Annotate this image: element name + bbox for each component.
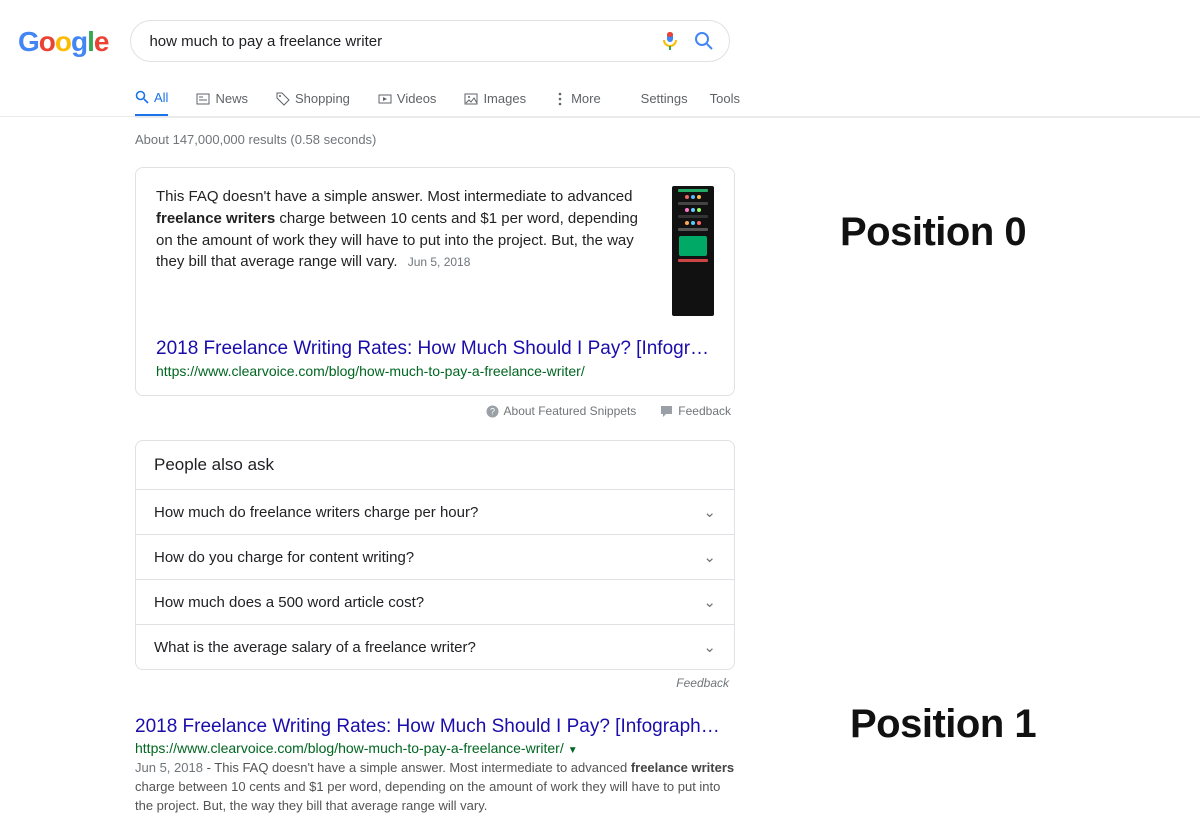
tab-news[interactable]: News	[196, 80, 248, 117]
paa-item-text: How do you charge for content writing?	[154, 549, 414, 566]
tab-videos[interactable]: Videos	[378, 80, 437, 117]
result-snippet: Jun 5, 2018 - This FAQ doesn't have a si…	[135, 759, 735, 816]
result-stats: About 147,000,000 results (0.58 seconds)	[135, 132, 735, 147]
settings-link[interactable]: Settings	[641, 91, 688, 106]
google-logo[interactable]: Google	[18, 26, 108, 58]
tag-icon	[276, 92, 290, 106]
search-bar[interactable]	[130, 20, 730, 62]
tab-shopping[interactable]: Shopping	[276, 80, 350, 117]
paa-item[interactable]: What is the average salary of a freelanc…	[136, 624, 734, 669]
people-also-ask: People also ask How much do freelance wr…	[135, 440, 735, 670]
tab-more-label: More	[571, 91, 601, 106]
about-featured-snippets-link[interactable]: ? About Featured Snippets	[486, 404, 637, 418]
tab-all[interactable]: All	[135, 80, 168, 117]
paa-item[interactable]: How much does a 500 word article cost? ⌄	[136, 579, 734, 624]
chevron-down-icon: ⌄	[703, 593, 716, 611]
tab-videos-label: Videos	[397, 91, 437, 106]
tab-all-label: All	[154, 90, 168, 105]
featured-snippet-text: This FAQ doesn't have a simple answer. M…	[156, 186, 658, 316]
chevron-down-icon: ⌄	[703, 638, 716, 656]
featured-snippet-url[interactable]: https://www.clearvoice.com/blog/how-much…	[156, 363, 714, 379]
paa-header: People also ask	[136, 441, 734, 489]
tab-images[interactable]: Images	[464, 80, 526, 117]
featured-snippet: This FAQ doesn't have a simple answer. M…	[135, 167, 735, 396]
feedback-icon	[660, 405, 673, 418]
featured-snippet-feedback-link[interactable]: Feedback	[660, 404, 731, 418]
search-icon[interactable]	[693, 30, 715, 52]
chevron-down-icon: ⌄	[703, 548, 716, 566]
paa-item[interactable]: How do you charge for content writing? ⌄	[136, 534, 734, 579]
paa-item-text: How much do freelance writers charge per…	[154, 504, 478, 521]
paa-item-text: What is the average salary of a freelanc…	[154, 639, 476, 656]
annotation-position-1: Position 1	[850, 702, 1036, 747]
tab-news-label: News	[215, 91, 248, 106]
annotation-position-0: Position 0	[840, 210, 1026, 255]
tools-link[interactable]: Tools	[710, 91, 740, 106]
paa-item-text: How much does a 500 word article cost?	[154, 594, 424, 611]
svg-text:?: ?	[490, 406, 495, 416]
result-title[interactable]: 2018 Freelance Writing Rates: How Much S…	[135, 716, 735, 738]
help-icon: ?	[486, 405, 499, 418]
paa-feedback-link[interactable]: Feedback	[135, 676, 735, 690]
featured-snippet-title[interactable]: 2018 Freelance Writing Rates: How Much S…	[156, 338, 714, 360]
url-dropdown-icon[interactable]: ▼	[568, 745, 578, 756]
tab-images-label: Images	[483, 91, 526, 106]
news-icon	[196, 92, 210, 106]
paa-item[interactable]: How much do freelance writers charge per…	[136, 489, 734, 534]
organic-result: 2018 Freelance Writing Rates: How Much S…	[135, 716, 735, 816]
tab-shopping-label: Shopping	[295, 91, 350, 106]
result-url[interactable]: https://www.clearvoice.com/blog/how-much…	[135, 740, 735, 756]
search-input[interactable]	[149, 33, 647, 50]
tab-more[interactable]: More	[554, 80, 601, 117]
search-small-icon	[135, 90, 149, 104]
image-icon	[464, 92, 478, 106]
chevron-down-icon: ⌄	[703, 503, 716, 521]
featured-snippet-thumbnail[interactable]	[672, 186, 714, 316]
voice-search-icon[interactable]	[659, 30, 681, 52]
more-icon	[554, 92, 566, 106]
video-icon	[378, 92, 392, 106]
featured-snippet-date: Jun 5, 2018	[408, 255, 471, 269]
